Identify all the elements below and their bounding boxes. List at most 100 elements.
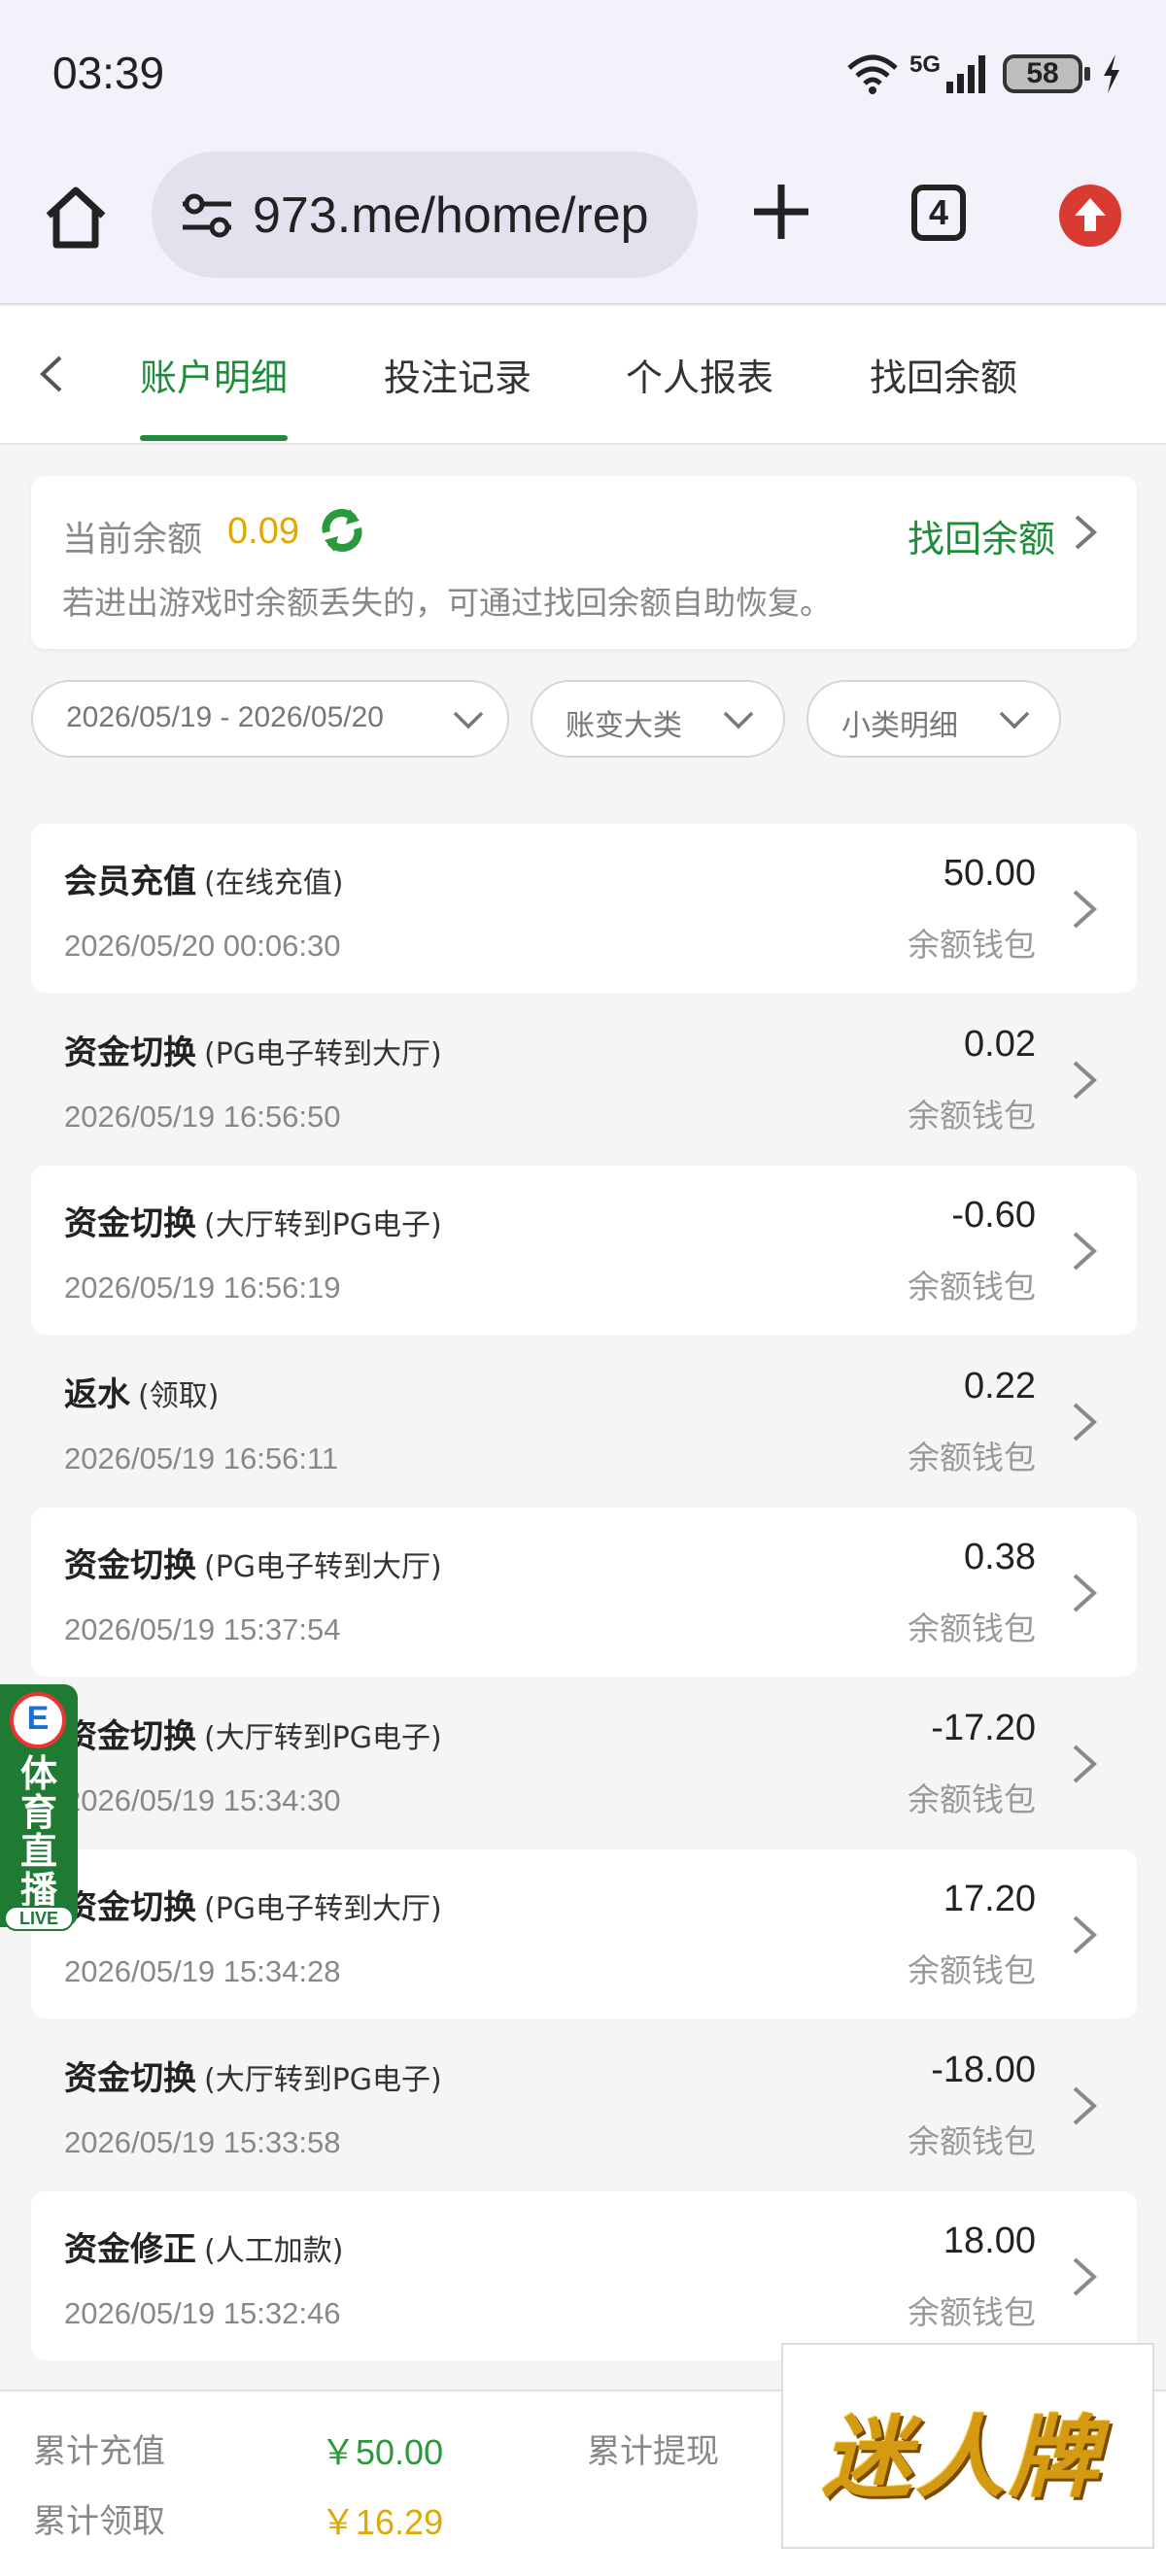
- site-settings-icon[interactable]: [179, 188, 235, 243]
- transaction-title: 资金修正 (人工加款): [64, 2230, 344, 2269]
- transaction-amount: 0.22: [964, 1366, 1036, 1407]
- chevron-right-icon: [1073, 1061, 1097, 1100]
- total-recharge-label: 累计充值: [33, 2432, 165, 2471]
- live-tag: LIVE: [4, 1906, 74, 1931]
- balance-tip: 若进出游戏时余额丢失的，可通过找回余额自助恢复。: [62, 584, 832, 622]
- chevron-right-icon: [1073, 1745, 1097, 1783]
- back-icon[interactable]: [29, 350, 78, 398]
- transaction-wallet: 余额钱包: [908, 1610, 1036, 1647]
- transaction-row[interactable]: 资金切换 (PG电子转到大厅) 2026/05/19 15:34:28 17.20…: [31, 1849, 1137, 2018]
- browser-update-icon[interactable]: [1059, 185, 1121, 247]
- transaction-wallet: 余额钱包: [908, 1780, 1036, 1818]
- transaction-amount: 50.00: [943, 853, 1036, 894]
- battery-indicator: 58: [1003, 54, 1090, 93]
- total-recharge-value: ￥50.00: [321, 2432, 444, 2472]
- active-tab-indicator: [140, 435, 288, 441]
- sports-live-text: 体育直播: [19, 1752, 57, 1912]
- transaction-time: 2026/05/19 15:34:30: [64, 1783, 341, 1817]
- chevron-right-icon[interactable]: [1069, 511, 1102, 554]
- transaction-amount: 17.20: [943, 1879, 1036, 1919]
- signal-icon: [946, 55, 985, 93]
- transaction-amount: -0.60: [951, 1195, 1036, 1236]
- recover-balance-link[interactable]: 找回余额: [908, 509, 1055, 562]
- transaction-wallet: 余额钱包: [908, 1097, 1036, 1135]
- transaction-amount: -17.20: [931, 1708, 1036, 1748]
- transaction-row[interactable]: 资金切换 (PG电子转到大厅) 2026/05/19 15:37:54 0.38 …: [31, 1508, 1137, 1677]
- wifi-icon: [847, 54, 898, 94]
- transaction-time: 2026/05/19 16:56:19: [64, 1271, 341, 1305]
- transaction-subtype: (PG电子转到大厅): [204, 1037, 442, 1071]
- transaction-subtype: (PG电子转到大厅): [204, 1550, 442, 1584]
- balance-value: 0.09: [227, 511, 299, 552]
- date-range-filter[interactable]: 2026/05/19 - 2026/05/20: [31, 680, 509, 758]
- transaction-title: 资金切换 (PG电子转到大厅): [64, 1546, 442, 1585]
- chevron-right-icon: [1073, 1574, 1097, 1612]
- transaction-row[interactable]: 资金切换 (大厅转到PG电子) 2026/05/19 16:56:19 -0.60…: [31, 1166, 1137, 1335]
- status-bar: 03:39 5G 58: [0, 0, 1166, 146]
- chevron-down-icon: [999, 711, 1030, 729]
- transaction-title: 资金切换 (大厅转到PG电子): [64, 2059, 442, 2098]
- transaction-wallet: 余额钱包: [908, 1951, 1036, 1989]
- transaction-amount: 0.38: [964, 1537, 1036, 1577]
- date-range-text: 2026/05/19 - 2026/05/20: [66, 701, 384, 733]
- transaction-amount: 0.02: [964, 1024, 1036, 1065]
- transaction-time: 2026/05/19 15:37:54: [64, 1612, 341, 1646]
- transaction-title: 资金切换 (大厅转到PG电子): [64, 1204, 442, 1243]
- transaction-row[interactable]: 资金修正 (人工加款) 2026/05/19 15:32:46 18.00 余额钱…: [31, 2191, 1137, 2360]
- category-filter-text: 账变大类: [566, 709, 682, 743]
- transaction-subtype: (人工加款): [204, 2234, 344, 2268]
- transaction-amount: 18.00: [943, 2220, 1036, 2261]
- transaction-time: 2026/05/19 16:56:11: [64, 1441, 339, 1475]
- transaction-wallet: 余额钱包: [908, 2293, 1036, 2331]
- transaction-title: 资金切换 (PG电子转到大厅): [64, 1888, 442, 1927]
- chevron-right-icon: [1073, 890, 1097, 929]
- transaction-time: 2026/05/19 16:56:50: [64, 1100, 341, 1134]
- transaction-wallet: 余额钱包: [908, 926, 1036, 964]
- total-claim-label: 累计领取: [33, 2502, 165, 2541]
- refresh-icon[interactable]: [317, 505, 367, 556]
- tab-switcher-button[interactable]: 4: [911, 185, 966, 241]
- address-bar[interactable]: 973.me/home/rep: [152, 152, 698, 278]
- transaction-row[interactable]: 资金切换 (大厅转到PG电子) 2026/05/19 15:33:58 -18.0…: [31, 2020, 1137, 2189]
- home-icon[interactable]: [39, 181, 113, 254]
- tab-personal-report[interactable]: 个人报表: [626, 348, 773, 401]
- total-claim-value: ￥16.29: [321, 2502, 444, 2542]
- subcategory-filter[interactable]: 小类明细: [806, 680, 1061, 758]
- status-time: 03:39: [52, 48, 165, 98]
- transaction-time: 2026/05/19 15:34:28: [64, 1954, 341, 1988]
- chevron-right-icon: [1073, 2257, 1097, 2296]
- transaction-subtype: (大厅转到PG电子): [204, 1208, 442, 1242]
- category-filter[interactable]: 账变大类: [531, 680, 785, 758]
- transaction-row[interactable]: 资金切换 (大厅转到PG电子) 2026/05/19 15:34:30 -17.2…: [31, 1678, 1137, 1847]
- transaction-amount: -18.00: [931, 2050, 1036, 2090]
- ad-logo-text: 迷人牌: [822, 2405, 1103, 2510]
- transaction-subtype: (领取): [138, 1379, 220, 1413]
- url-text[interactable]: 973.me/home/rep: [253, 186, 649, 245]
- total-withdraw-label: 累计提现: [587, 2432, 719, 2471]
- report-tabs: 账户明细 投注记录 个人报表 找回余额: [0, 307, 1166, 445]
- network-type-label: 5G: [909, 51, 941, 78]
- balance-card: 当前余额 0.09 找回余额 若进出游戏时余额丢失的，可通过找回余额自助恢复。: [31, 476, 1137, 649]
- transaction-title: 会员充值 (在线充值): [64, 863, 344, 901]
- subcategory-filter-text: 小类明细: [841, 709, 958, 743]
- new-tab-icon[interactable]: [748, 177, 814, 247]
- balance-label: 当前余额: [62, 520, 203, 559]
- browser-toolbar: 973.me/home/rep 4: [0, 146, 1166, 305]
- transaction-wallet: 余额钱包: [908, 1439, 1036, 1476]
- transaction-title: 资金切换 (PG电子转到大厅): [64, 1034, 442, 1072]
- transaction-time: 2026/05/20 00:06:30: [64, 929, 341, 963]
- tab-recover-balance[interactable]: 找回余额: [870, 348, 1017, 401]
- transaction-title: 返水 (领取): [64, 1375, 220, 1414]
- transaction-subtype: (大厅转到PG电子): [204, 1721, 442, 1755]
- ad-banner[interactable]: 迷人牌: [781, 2343, 1154, 2549]
- transaction-wallet: 余额钱包: [908, 1268, 1036, 1305]
- chevron-right-icon: [1073, 1915, 1097, 1954]
- transaction-subtype: (PG电子转到大厅): [204, 1892, 442, 1926]
- tab-account-details[interactable]: 账户明细: [140, 348, 288, 401]
- transaction-row[interactable]: 会员充值 (在线充值) 2026/05/20 00:06:30 50.00 余额钱…: [31, 824, 1137, 993]
- sports-live-badge[interactable]: 体育直播 LIVE: [0, 1684, 78, 1931]
- transaction-row[interactable]: 资金切换 (PG电子转到大厅) 2026/05/19 16:56:50 0.02 …: [31, 995, 1137, 1164]
- transaction-row[interactable]: 返水 (领取) 2026/05/19 16:56:11 0.22 余额钱包: [31, 1337, 1137, 1506]
- tab-bet-records[interactable]: 投注记录: [384, 348, 532, 401]
- chevron-right-icon: [1073, 1403, 1097, 1441]
